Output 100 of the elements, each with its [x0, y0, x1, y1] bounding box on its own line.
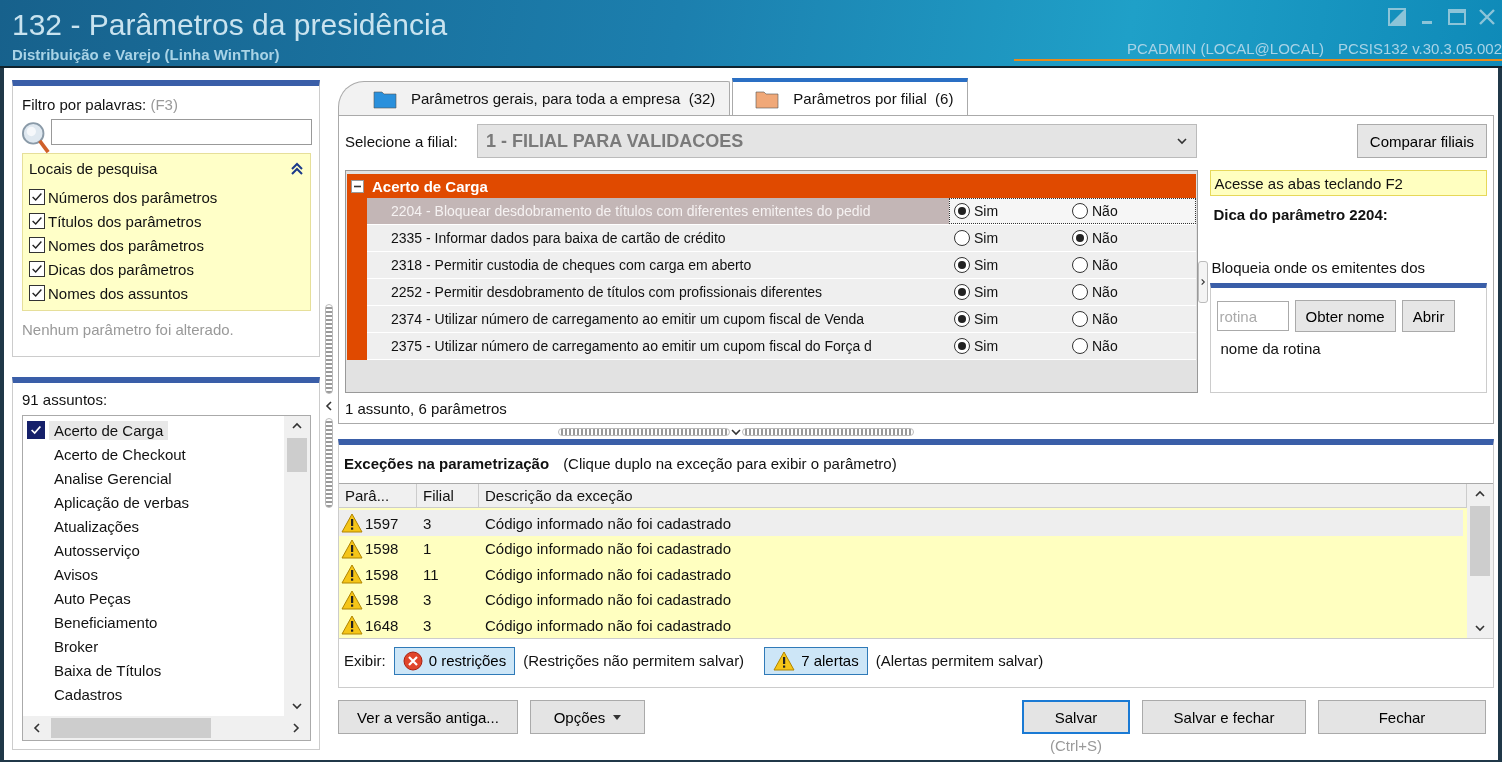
- vertical-scrollbar[interactable]: [284, 416, 310, 716]
- parameter-title[interactable]: 2335 - Informar dados para baixa de cartão de crédito: [367, 225, 949, 251]
- parameter-title[interactable]: 2252 - Permitir desdobramento de títulos com profissionais diferentes: [367, 279, 949, 305]
- scroll-left-icon: [31, 722, 43, 734]
- scrollbar-thumb[interactable]: [287, 438, 307, 472]
- radio-label: Não: [1092, 311, 1118, 327]
- list-item[interactable]: Atualizações: [49, 516, 145, 536]
- table-row[interactable]: 1598 11 Código informado não foi cadastrado: [339, 561, 1467, 587]
- window-subtitle: Distribuição e Varejo (Linha WinThor): [12, 46, 281, 63]
- parameter-title[interactable]: 2318 - Permitir custodia de cheques com carga em aberto: [367, 252, 949, 278]
- radio-button[interactable]: [954, 284, 970, 300]
- table-cell-text: 3: [422, 514, 433, 532]
- list-item[interactable]: Acerto de Checkout: [49, 444, 191, 464]
- radio-button[interactable]: [954, 311, 970, 327]
- collapse-icon[interactable]: [351, 179, 364, 193]
- table-cell-text: Código informado não foi cadastrado: [484, 514, 732, 532]
- version-info: PCSIS132 v.30.3.05.002: [1338, 40, 1502, 57]
- scrollbar-thumb[interactable]: [51, 718, 211, 738]
- splitter-handle[interactable]: [742, 427, 914, 436]
- column-header[interactable]: Parâ...: [339, 484, 417, 508]
- radio-label: Sim: [974, 311, 999, 327]
- checkbox[interactable]: [29, 213, 45, 229]
- status-text: Nenhum parâmetro foi alterado.: [22, 321, 235, 338]
- checkbox[interactable]: [27, 421, 45, 439]
- group-header[interactable]: Acerto de Carga: [347, 174, 1196, 198]
- compare-button[interactable]: Comparar filiais: [1356, 124, 1487, 158]
- list-item[interactable]: Cadastros: [49, 684, 128, 704]
- radio-button[interactable]: [954, 257, 970, 273]
- warning-icon: [341, 564, 363, 585]
- table-row[interactable]: 1648 3 Código informado não foi cadastrado: [339, 612, 1467, 638]
- radio-button[interactable]: [1072, 338, 1088, 354]
- radio-button[interactable]: [1072, 311, 1088, 327]
- vertical-scrollbar[interactable]: [1467, 484, 1493, 638]
- checkbox[interactable]: [29, 285, 45, 301]
- list-item[interactable]: Beneficiamento: [49, 612, 163, 632]
- list-item[interactable]: Acerto de Carga: [49, 420, 169, 440]
- radio-button[interactable]: [954, 230, 970, 246]
- checkbox[interactable]: [29, 237, 45, 253]
- tip-text: Bloqueia onde os emitentes dos: [1211, 259, 1426, 278]
- action-button[interactable]: Opções: [530, 700, 645, 735]
- radio-button[interactable]: [954, 338, 970, 354]
- action-button[interactable]: Salvar: [1022, 700, 1130, 735]
- radio-button[interactable]: [1072, 230, 1088, 246]
- collapse-icon[interactable]: [290, 161, 304, 176]
- radio-label: Não: [1092, 230, 1118, 246]
- shortcut-hint: (F3): [150, 96, 178, 113]
- table-row[interactable]: 1598 3 Código informado não foi cadastrado: [339, 587, 1467, 613]
- action-button[interactable]: Salvar e fechar: [1142, 700, 1306, 735]
- checkbox-label: Títulos dos parâmetros: [48, 212, 202, 230]
- radio-button[interactable]: [1072, 257, 1088, 273]
- column-header[interactable]: Filial: [417, 484, 479, 508]
- list-count: 91 assuntos:: [22, 391, 109, 410]
- filter-label: Exibir:: [344, 652, 386, 670]
- routine-field[interactable]: rotina: [1216, 301, 1289, 331]
- routine-button[interactable]: Obter nome: [1294, 300, 1396, 332]
- splitter-handle[interactable]: [325, 304, 333, 394]
- list-item[interactable]: Analise Gerencial: [49, 468, 177, 488]
- parameter-title[interactable]: 2375 - Utilizar número de carregamento ao emitir um cupom fiscal do Força d: [367, 333, 949, 359]
- action-button[interactable]: Ver a versão antiga...: [338, 700, 518, 735]
- error-icon: [402, 651, 423, 671]
- radio-label: Não: [1092, 338, 1118, 354]
- list-item[interactable]: Avisos: [49, 564, 103, 584]
- list-item[interactable]: Aplicação de verbas: [49, 492, 195, 512]
- filter-label: Filtro por palavras:: [22, 96, 147, 113]
- splitter-handle[interactable]: [325, 418, 333, 508]
- search-field[interactable]: [51, 119, 312, 145]
- parameter-title[interactable]: 2374 - Utilizar número de carregamento ao emitir um cupom fiscal de Venda: [367, 306, 949, 332]
- list-item[interactable]: Baixa de Títulos: [49, 660, 167, 680]
- warning-icon: [341, 589, 363, 610]
- table-cell-text: Código informado não foi cadastrado: [484, 565, 732, 583]
- filter-toggle[interactable]: 0 restrições: [393, 647, 516, 675]
- radio-label: Sim: [974, 284, 999, 300]
- list-item[interactable]: Broker: [49, 636, 104, 656]
- warning-icon: [341, 615, 363, 636]
- checkbox[interactable]: [29, 189, 45, 205]
- scrollbar-thumb[interactable]: [1470, 506, 1490, 576]
- table-cell: 1648: [365, 616, 399, 634]
- action-button[interactable]: Fechar: [1318, 700, 1486, 735]
- warning-icon: [341, 538, 363, 559]
- table-row[interactable]: 1598 1 Código informado não foi cadastrado: [339, 536, 1467, 562]
- radio-button[interactable]: [954, 203, 970, 219]
- expand-handle[interactable]: [1197, 260, 1208, 303]
- radio-label: Não: [1092, 257, 1118, 273]
- filter-toggle[interactable]: 7 alertas: [764, 647, 868, 675]
- list-item[interactable]: Autosserviço: [49, 540, 145, 560]
- tab[interactable]: Parâmetros gerais, para toda a empresa (32): [338, 81, 731, 115]
- splitter-handle[interactable]: [558, 427, 730, 436]
- radio-button[interactable]: [1072, 203, 1088, 219]
- radio-button[interactable]: [1072, 284, 1088, 300]
- table-cell-text: Código informado não foi cadastrado: [484, 616, 732, 634]
- table-row[interactable]: 1597 3 Código informado não foi cadastrado: [339, 510, 1463, 536]
- scroll-down-icon: [1474, 622, 1486, 634]
- checkmark-icon: [30, 262, 44, 276]
- tab[interactable]: Parâmetros por filial (6): [732, 78, 969, 115]
- list-item[interactable]: Auto Peças: [49, 588, 136, 608]
- checkbox[interactable]: [29, 261, 45, 277]
- checkmark-icon: [30, 214, 44, 228]
- radio-label: Não: [1092, 284, 1118, 300]
- horizontal-scrollbar[interactable]: [23, 716, 310, 740]
- routine-button[interactable]: Abrir: [1401, 300, 1456, 332]
